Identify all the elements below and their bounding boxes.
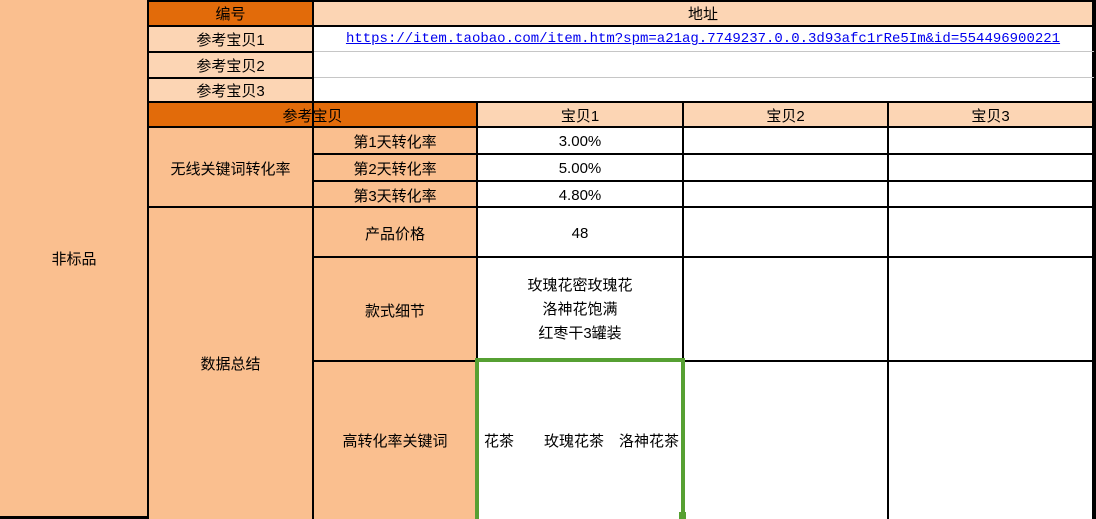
gridline — [476, 102, 478, 364]
gridline — [312, 256, 1094, 258]
data-summary-group-cell[interactable]: 数据总结 — [148, 208, 313, 519]
gridline — [148, 101, 1094, 103]
ref-item-3-url-cell[interactable] — [313, 78, 1093, 102]
product-price-value-cell[interactable]: 48 — [477, 208, 683, 258]
ref-item-2-url-cell[interactable] — [313, 52, 1093, 78]
product-price-baobei3-cell[interactable] — [888, 208, 1093, 258]
gridline — [148, 25, 1094, 27]
wireless-conversion-group-cell[interactable]: 无线关键词转化率 — [148, 128, 313, 208]
ref-item-3-label-cell[interactable]: 参考宝贝3 — [148, 78, 313, 102]
day1-conversion-baobei2-cell[interactable] — [683, 128, 888, 155]
fill-handle[interactable] — [679, 512, 686, 519]
day3-conversion-baobei2-cell[interactable] — [683, 182, 888, 208]
day2-conversion-baobei3-cell[interactable] — [888, 155, 1093, 182]
gridline — [148, 206, 1094, 208]
gridline — [312, 153, 1094, 155]
style-detail-line: 玫瑰花密玫瑰花 — [527, 274, 632, 298]
ref-item-2-label-cell[interactable]: 参考宝贝2 — [148, 52, 313, 78]
address-header-cell[interactable]: 地址 — [313, 0, 1093, 26]
product-price-label-cell[interactable]: 产品价格 — [313, 208, 477, 258]
high-conversion-keywords-baobei2-cell[interactable] — [683, 362, 888, 519]
style-detail-baobei3-cell[interactable] — [888, 258, 1093, 362]
gridline — [312, 180, 1094, 182]
ref-item-1-url-cell[interactable]: https://item.taobao.com/item.htm?spm=a21… — [313, 26, 1093, 52]
day2-conversion-label-cell[interactable]: 第2天转化率 — [313, 155, 477, 182]
high-conversion-keywords-label-cell[interactable]: 高转化率关键词 — [313, 362, 477, 519]
gridline — [148, 0, 1094, 2]
ref-item-1-label-cell[interactable]: 参考宝贝1 — [148, 26, 313, 52]
high-conversion-keywords-value-cell[interactable]: 花茶 玫瑰花茶 洛神花茶 — [477, 362, 683, 519]
day3-conversion-baobei3-cell[interactable] — [888, 182, 1093, 208]
gridline — [148, 77, 313, 79]
gridline — [314, 77, 1094, 78]
product-price-baobei2-cell[interactable] — [683, 208, 888, 258]
spreadsheet-view: 非标品 编号 地址 参考宝贝1 https://item.taobao.com/… — [0, 0, 1096, 519]
day1-conversion-baobei3-cell[interactable] — [888, 128, 1093, 155]
gridline — [682, 102, 684, 362]
baobei3-header-cell[interactable]: 宝贝3 — [888, 102, 1093, 128]
gridline — [148, 126, 1094, 128]
baobei1-header-cell[interactable]: 宝贝1 — [477, 102, 683, 128]
style-detail-line: 红枣干3罐装 — [538, 322, 621, 346]
style-detail-baobei2-cell[interactable] — [683, 258, 888, 362]
style-detail-label-cell[interactable]: 款式细节 — [313, 258, 477, 362]
day1-conversion-value-cell[interactable]: 3.00% — [477, 128, 683, 155]
gridline — [312, 360, 1094, 362]
category-cell[interactable]: 非标品 — [0, 0, 148, 517]
day3-conversion-label-cell[interactable]: 第3天转化率 — [313, 182, 477, 208]
day3-conversion-value-cell[interactable]: 4.80% — [477, 182, 683, 208]
day2-conversion-value-cell[interactable]: 5.00% — [477, 155, 683, 182]
day1-conversion-label-cell[interactable]: 第1天转化率 — [313, 128, 477, 155]
gridline — [314, 51, 1094, 52]
style-detail-value-cell[interactable]: 玫瑰花密玫瑰花 洛神花饱满 红枣干3罐装 — [477, 258, 683, 362]
gridline — [148, 51, 313, 53]
gridline — [887, 102, 889, 519]
id-header-cell[interactable]: 编号 — [148, 0, 313, 26]
taobao-url-link[interactable]: https://item.taobao.com/item.htm?spm=a21… — [346, 31, 1060, 47]
day2-conversion-baobei2-cell[interactable] — [683, 155, 888, 182]
high-conversion-keywords-baobei3-cell[interactable] — [888, 362, 1093, 519]
baobei2-header-cell[interactable]: 宝贝2 — [683, 102, 888, 128]
style-detail-line: 洛神花饱满 — [542, 298, 617, 322]
